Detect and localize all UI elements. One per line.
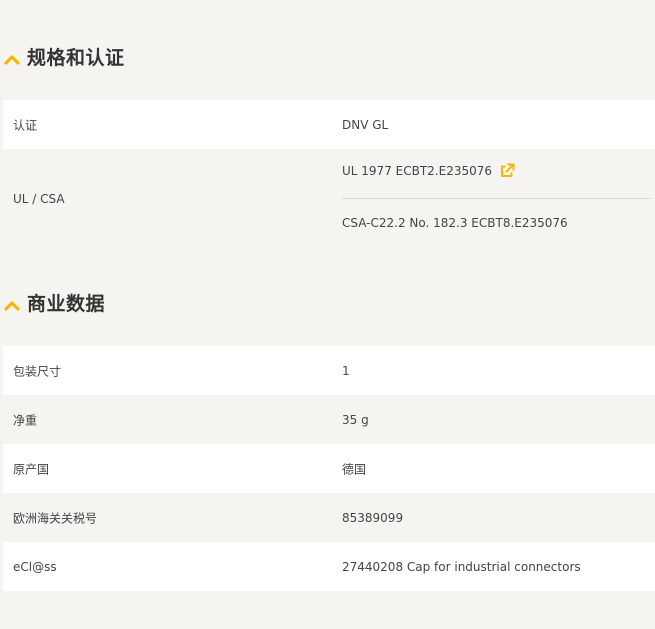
csa-cert-value: CSA-C22.2 No. 182.3 ECBT8.E235076 [342,216,568,230]
spec-row-ul-csa: UL / CSA UL 1977 ECBT2.E235076 CSA-C22.2… [3,149,655,248]
section-header-commercial[interactable]: 商业数据 [4,287,105,317]
chevron-up-icon [4,296,20,311]
commercial-row-eclass: eCl@ss 27440208 Cap for industrial conne… [3,542,655,591]
commercial-row-country-of-origin: 原产国 德国 [3,444,655,493]
row-value: 1 [342,363,350,378]
section-title-commercial: 商业数据 [27,292,106,315]
ul-cert-text: UL 1977 ECBT2.E235076 [342,164,492,178]
row-label: 欧洲海关关税号 [13,511,98,525]
section-title-specs: 规格和认证 [27,46,125,69]
row-value: 27440208 Cap for industrial connectors [342,559,581,574]
row-label: 包装尺寸 [13,364,62,378]
commercial-row-package-size: 包装尺寸 1 [3,346,655,395]
row-value: 德国 [342,462,367,476]
chevron-up-icon [4,50,20,65]
commercial-row-net-weight: 净重 35 g [3,395,655,444]
row-value: 85389099 [342,510,404,525]
commercial-row-customs-tariff: 欧洲海关关税号 85389099 [3,493,655,542]
row-value: DNV GL [342,117,389,132]
row-value: 35 g [342,412,369,427]
row-label: 认证 [13,118,38,132]
spec-row-certification: 认证 DNV GL [3,100,655,149]
csa-cert-text: CSA-C22.2 No. 182.3 ECBT8.E235076 [342,216,568,230]
row-label: 原产国 [13,462,50,476]
section-header-specs[interactable]: 规格和认证 [4,41,125,71]
row-label: eCl@ss [13,559,57,574]
row-label: UL / CSA [13,191,65,206]
ul-cert-value: UL 1977 ECBT2.E235076 [342,163,515,179]
row-label: 净重 [13,413,38,427]
value-divider [342,198,652,199]
external-link-icon[interactable] [499,163,515,179]
